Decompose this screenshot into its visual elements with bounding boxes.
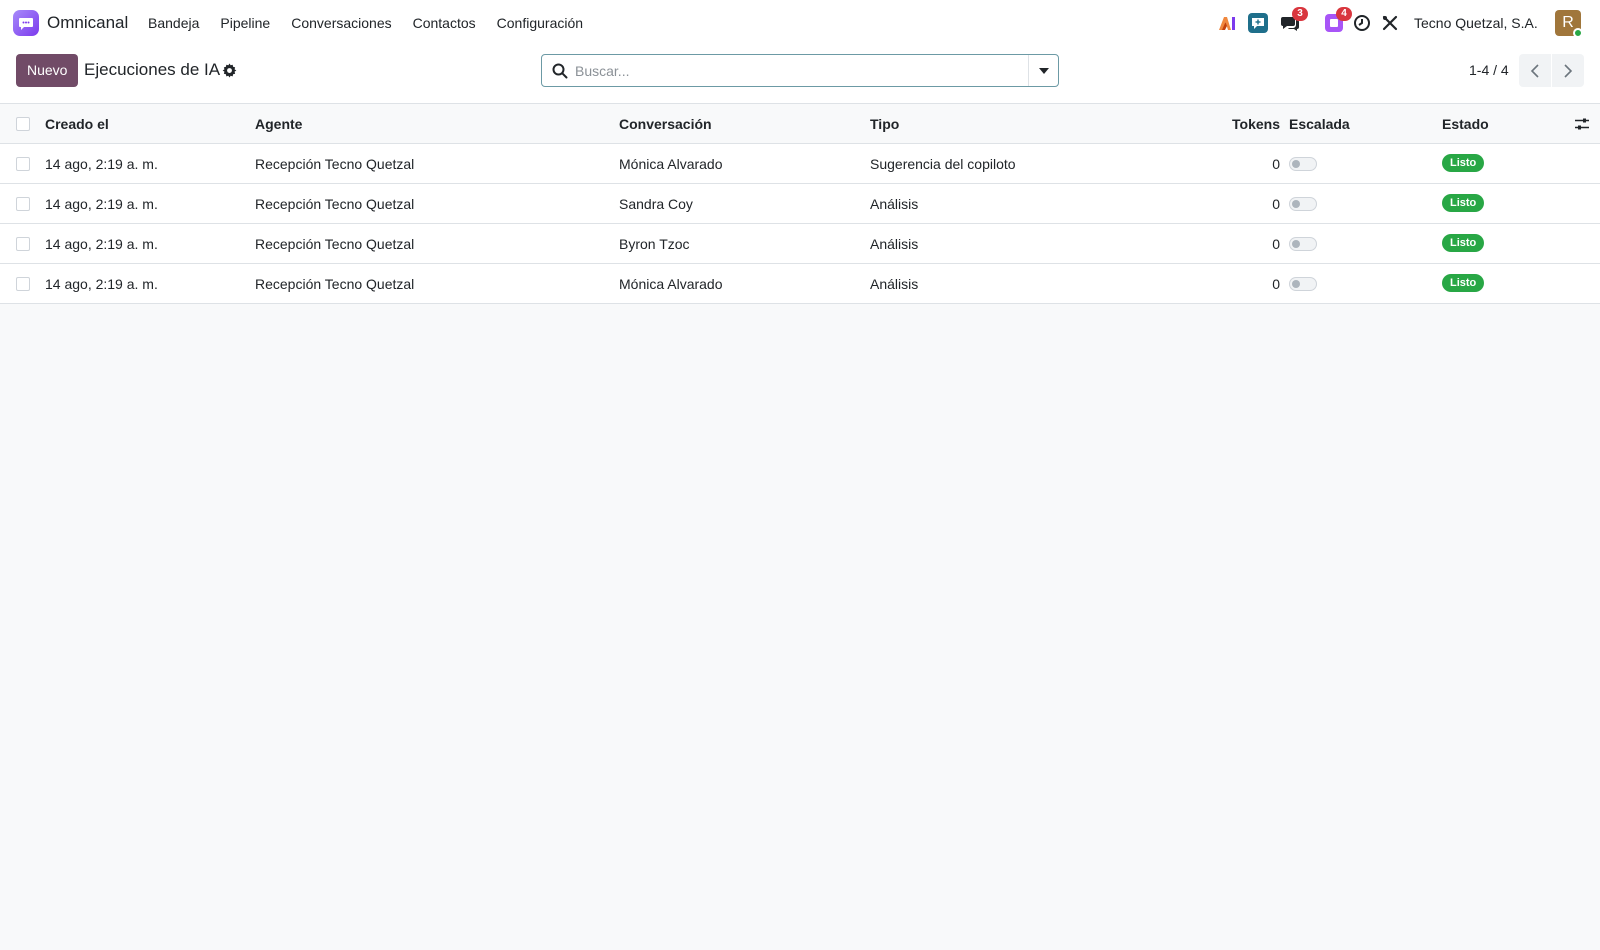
table-row[interactable]: 14 ago, 2:19 a. m. Recepción Tecno Quetz… [0, 224, 1600, 264]
app-name[interactable]: Omnicanal [47, 13, 128, 33]
messages-badge: 3 [1292, 7, 1308, 21]
column-header-tokens[interactable]: Tokens [1180, 104, 1280, 144]
menu-item-configuracion[interactable]: Configuración [497, 15, 583, 31]
pager-value[interactable]: 1-4 / 4 [1469, 62, 1509, 78]
cell-type: Análisis [870, 236, 919, 252]
online-status-icon [1573, 28, 1583, 38]
menu-item-contactos[interactable]: Contactos [413, 15, 476, 31]
row-checkbox[interactable] [16, 157, 30, 171]
main-menu: Bandeja Pipeline Conversaciones Contacto… [148, 15, 604, 31]
cell-conversation: Mónica Alvarado [619, 276, 723, 292]
cell-type: Análisis [870, 276, 919, 292]
activities-icon[interactable]: 4 [1322, 7, 1352, 35]
page-title: Ejecuciones de IA [84, 60, 221, 79]
column-header-conversation[interactable]: Conversación [619, 104, 859, 144]
table-row[interactable]: 14 ago, 2:19 a. m. Recepción Tecno Quetz… [0, 144, 1600, 184]
search-input[interactable] [575, 56, 1015, 85]
cell-tokens: 0 [1272, 196, 1280, 212]
toggle-knob [1292, 200, 1300, 208]
cell-created: 14 ago, 2:19 a. m. [45, 276, 158, 292]
status-badge: Listo [1442, 234, 1485, 252]
cell-tokens: 0 [1272, 276, 1280, 292]
escalated-toggle[interactable] [1289, 197, 1317, 211]
column-header-created[interactable]: Creado el [45, 104, 245, 144]
cell-conversation: Mónica Alvarado [619, 156, 723, 172]
menu-item-pipeline[interactable]: Pipeline [220, 15, 270, 31]
toggle-knob [1292, 160, 1300, 168]
cell-conversation: Byron Tzoc [619, 236, 690, 252]
chevron-left-icon [1530, 63, 1539, 78]
cell-type: Sugerencia del copiloto [870, 156, 1016, 172]
cell-created: 14 ago, 2:19 a. m. [45, 156, 158, 172]
chevron-right-icon [1564, 63, 1573, 78]
table-row[interactable]: 14 ago, 2:19 a. m. Recepción Tecno Quetz… [0, 184, 1600, 224]
row-checkbox[interactable] [16, 197, 30, 211]
cell-tokens: 0 [1272, 156, 1280, 172]
row-checkbox[interactable] [16, 277, 30, 291]
status-badge: Listo [1442, 194, 1485, 212]
column-settings-icon[interactable] [1574, 116, 1590, 132]
toggle-knob [1292, 240, 1300, 248]
clock-icon[interactable] [1350, 11, 1374, 35]
caret-down-icon [1038, 67, 1049, 74]
messages-icon[interactable]: 3 [1278, 7, 1308, 35]
cell-created: 14 ago, 2:19 a. m. [45, 196, 158, 212]
cell-agent: Recepción Tecno Quetzal [255, 196, 415, 212]
cell-tokens: 0 [1272, 236, 1280, 252]
cell-type: Análisis [870, 196, 919, 212]
control-panel: Nuevo Ejecuciones de IA 1-4 / 4 [0, 46, 1600, 104]
gear-icon[interactable] [222, 63, 237, 78]
column-header-agent[interactable]: Agente [255, 104, 605, 144]
new-button[interactable]: Nuevo [16, 54, 79, 87]
toggle-knob [1292, 280, 1300, 288]
company-switcher[interactable]: Tecno Quetzal, S.A. [1414, 15, 1538, 31]
cell-agent: Recepción Tecno Quetzal [255, 236, 415, 252]
cell-agent: Recepción Tecno Quetzal [255, 276, 415, 292]
search-options-toggle[interactable] [1028, 55, 1058, 86]
select-all-checkbox[interactable] [16, 117, 30, 131]
cell-created: 14 ago, 2:19 a. m. [45, 236, 158, 252]
row-checkbox[interactable] [16, 237, 30, 251]
app-logo-icon[interactable] [13, 10, 39, 36]
search-box [541, 54, 1059, 87]
cell-agent: Recepción Tecno Quetzal [255, 156, 415, 172]
search-icon [552, 63, 568, 79]
cell-conversation: Sandra Coy [619, 196, 693, 212]
pager-previous-button[interactable] [1519, 54, 1551, 87]
status-badge: Listo [1442, 154, 1485, 172]
escalated-toggle[interactable] [1289, 277, 1317, 291]
escalated-toggle[interactable] [1289, 157, 1317, 171]
top-navbar: Omnicanal Bandeja Pipeline Conversacione… [0, 0, 1600, 46]
menu-item-bandeja[interactable]: Bandeja [148, 15, 199, 31]
escalated-toggle[interactable] [1289, 237, 1317, 251]
list-table: Creado el Agente Conversación Tipo Token… [0, 104, 1600, 304]
column-header-type[interactable]: Tipo [870, 104, 1170, 144]
table-header: Creado el Agente Conversación Tipo Token… [0, 104, 1600, 144]
table-row[interactable]: 14 ago, 2:19 a. m. Recepción Tecno Quetz… [0, 264, 1600, 304]
pager-next-button[interactable] [1552, 54, 1584, 87]
chat-support-icon[interactable] [1246, 11, 1270, 35]
column-header-status[interactable]: Estado [1442, 104, 1562, 144]
column-header-escalated[interactable]: Escalada [1289, 104, 1409, 144]
ai-icon[interactable] [1216, 11, 1240, 35]
menu-item-conversaciones[interactable]: Conversaciones [291, 15, 391, 31]
debug-tools-icon[interactable] [1378, 11, 1402, 35]
status-badge: Listo [1442, 274, 1485, 292]
systray: 3 4 [1212, 7, 1402, 35]
